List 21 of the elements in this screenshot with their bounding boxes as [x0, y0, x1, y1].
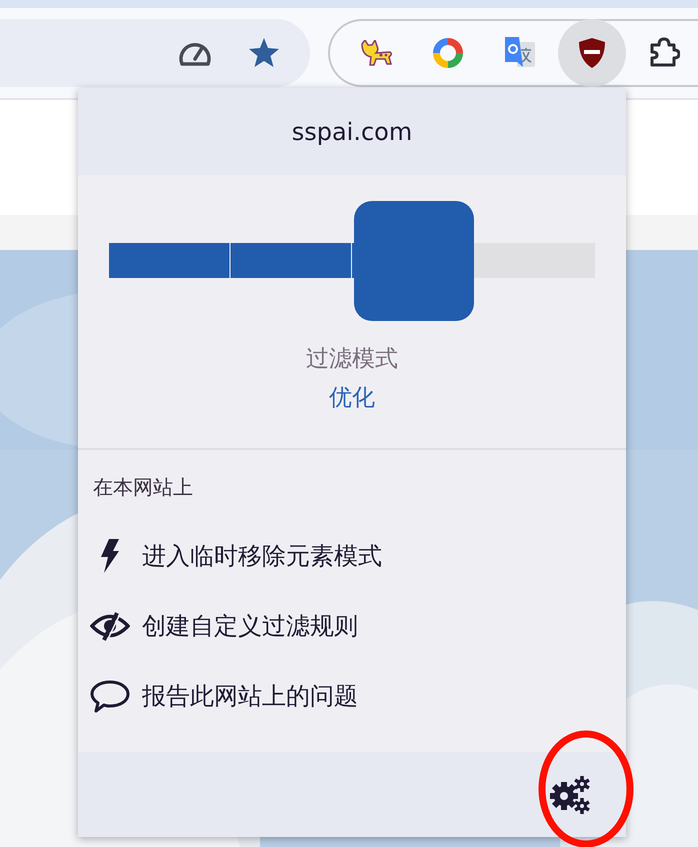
translate-icon — [503, 36, 537, 70]
puzzle-icon — [648, 37, 680, 69]
shield-icon — [579, 38, 605, 68]
star-icon[interactable] — [248, 38, 280, 68]
settings-icon[interactable] — [550, 776, 592, 814]
filter-mode-slider[interactable] — [109, 201, 595, 321]
section-title: 在本网站上 — [93, 474, 194, 501]
lightning-icon — [100, 539, 120, 573]
speech-bubble-icon — [90, 679, 130, 713]
menu-item[interactable]: 创建自定义过滤规则 — [78, 591, 626, 661]
slider-thumb[interactable] — [354, 201, 474, 321]
eye-slash-icon — [90, 611, 130, 641]
menu-item[interactable]: 进入临时移除元素模式 — [78, 521, 626, 591]
gauge-icon[interactable] — [178, 40, 212, 66]
filter-mode-label: 过滤模式 — [306, 345, 398, 374]
filter-mode-value: 优化 — [329, 384, 375, 413]
address-bar[interactable] — [0, 19, 310, 87]
cat-icon — [359, 40, 393, 66]
ring-icon — [432, 37, 464, 69]
site-domain: sspai.com — [292, 118, 412, 146]
menu-item[interactable]: 报告此网站上的问题 — [78, 661, 626, 731]
